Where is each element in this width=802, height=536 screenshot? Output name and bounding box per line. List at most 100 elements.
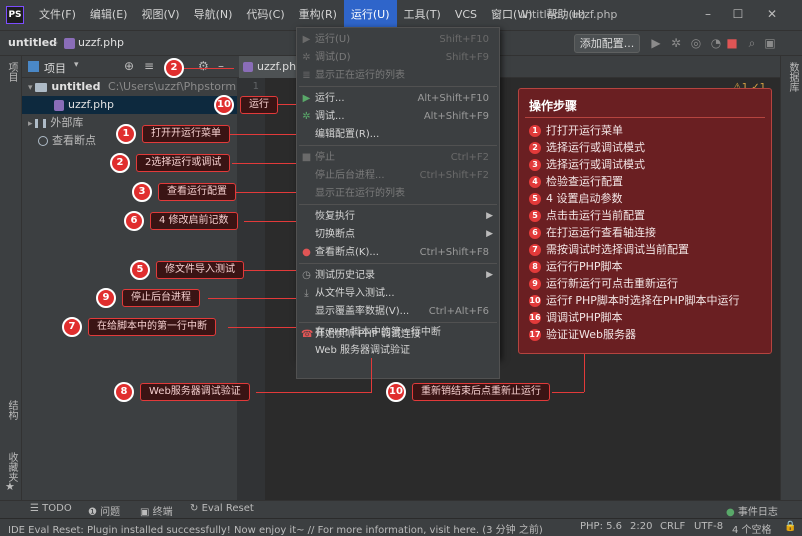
- menu-item-show-running-list[interactable]: ≣ 显示正在运行的列表: [297, 66, 499, 85]
- status-indent[interactable]: 4 个空格: [732, 521, 772, 536]
- menu-code[interactable]: 代码(C): [239, 0, 291, 30]
- callout-run: 10 运行: [214, 95, 280, 115]
- project-toolbar: 项目 ▾ ⊕ ≡ ⚙ –: [22, 56, 237, 78]
- terminal-tab[interactable]: ▣ 终端: [140, 503, 173, 518]
- menu-edit[interactable]: 编辑(E): [83, 0, 135, 30]
- lock-icon[interactable]: 🔒: [784, 521, 796, 532]
- terminal-icon: ▣: [140, 507, 153, 518]
- gear-icon[interactable]: ⚙: [198, 59, 209, 73]
- run-icon: ▶: [302, 93, 311, 104]
- stop-icon[interactable]: ■: [724, 35, 740, 51]
- status-php-version[interactable]: PHP: 5.6: [580, 521, 622, 532]
- callout-connector: [552, 392, 584, 393]
- bottom-tool-bar: ☰ TODO ❶ 问题 ▣ 终端 ↻ Eval Reset ● 事件日志: [0, 500, 802, 518]
- step-item: 3 选择运行或调试模式: [529, 157, 645, 173]
- menu-separator: [299, 86, 497, 87]
- import-icon: ⤓: [304, 288, 309, 299]
- menu-refactor[interactable]: 重构(R): [292, 0, 344, 30]
- minimize-icon[interactable]: –: [700, 6, 716, 22]
- event-log-tab[interactable]: ● 事件日志: [726, 503, 778, 518]
- status-encoding[interactable]: UTF-8: [694, 521, 723, 532]
- scratch-icon: [38, 136, 48, 146]
- callout-choose-run-debug: 2 2选择运行或调试: [110, 153, 234, 173]
- collapse-all-icon[interactable]: ≡: [144, 59, 154, 73]
- callout-connector: [232, 192, 296, 193]
- maximize-icon[interactable]: ☐: [730, 6, 746, 22]
- info-icon: ❶: [88, 507, 101, 518]
- steps-panel: 操作步骤 1 打打开运行菜单 2 选择运行或调试模式 3 选择运行或调试模式 4 检验查…: [518, 88, 772, 354]
- menu-navigate[interactable]: 导航(N): [187, 0, 240, 30]
- tab-structure[interactable]: 结构: [3, 400, 19, 420]
- submenu-arrow-icon: ▶: [486, 229, 493, 239]
- run-icon: ▶: [302, 34, 311, 45]
- debug-icon: ✲: [302, 52, 311, 63]
- menu-item-stop-background[interactable]: 停止后台进程... Ctrl+Shift+F2: [297, 166, 499, 185]
- callout-connector: [242, 270, 296, 271]
- menu-vcs[interactable]: VCS: [448, 0, 484, 30]
- problems-tab[interactable]: ❶ 问题: [88, 503, 120, 518]
- menu-run[interactable]: 运行(U): [343, 0, 397, 30]
- menu-tools[interactable]: 工具(T): [397, 0, 448, 30]
- status-caret-position[interactable]: 2:20: [630, 521, 652, 532]
- menu-item-web-server-validation[interactable]: Web 服务器调试验证: [297, 341, 499, 360]
- reset-icon: ↻: [190, 503, 202, 514]
- step-item: 6 在打运运行查看轴连接: [529, 225, 656, 241]
- menu-item-show-running-list-2[interactable]: 显示正在运行的列表: [297, 184, 499, 203]
- chevron-right-icon: ▸: [28, 119, 36, 129]
- tree-item-label: uzzf.php: [68, 98, 115, 111]
- callout-import-tests: 5 修文件导入测试: [130, 260, 244, 280]
- eval-reset-tab[interactable]: ↻ Eval Reset: [190, 503, 254, 514]
- menu-item-debug[interactable]: ✲ 调试(D) Shift+F9: [297, 48, 499, 67]
- tab-favorites[interactable]: 收藏夹: [3, 452, 19, 482]
- menu-item-show-coverage[interactable]: 显示覆盖率数据(V)... Ctrl+Alt+F6: [297, 302, 499, 321]
- status-line-separator[interactable]: CRLF: [660, 521, 685, 532]
- menu-file[interactable]: 文件(F): [32, 0, 83, 30]
- todo-tab[interactable]: ☰ TODO: [30, 503, 72, 514]
- menu-item-run[interactable]: ▶ 运行(U) Shift+F10: [297, 30, 499, 49]
- menu-item-stop[interactable]: ■ 停止 Ctrl+F2: [297, 148, 499, 167]
- menu-separator: [299, 263, 497, 264]
- menu-view[interactable]: 视图(V): [134, 0, 186, 30]
- callout-connector: [232, 163, 296, 164]
- coverage-icon[interactable]: ◎: [688, 35, 704, 51]
- project-panel-title[interactable]: 项目: [44, 60, 66, 76]
- tab-database[interactable]: 数据库: [784, 62, 800, 92]
- submenu-arrow-icon: ▶: [486, 270, 493, 280]
- php-file-icon: [64, 38, 75, 49]
- breadcrumb-file[interactable]: uzzf.php: [78, 36, 124, 49]
- event-log-icon: ●: [726, 507, 738, 518]
- debug-icon[interactable]: ✲: [668, 35, 684, 51]
- favorites-star-icon[interactable]: ★: [5, 480, 15, 493]
- menu-item-edit-configurations[interactable]: 编辑配置(R)...: [297, 125, 499, 144]
- close-icon[interactable]: ✕: [764, 6, 780, 22]
- tree-item-uzzf-php[interactable]: uzzf.php: [22, 96, 237, 114]
- status-message[interactable]: IDE Eval Reset: Plugin installed success…: [8, 521, 548, 536]
- menu-item-resume[interactable]: 恢复执行 ▶: [297, 207, 499, 226]
- history-icon: ◷: [302, 270, 311, 281]
- add-configuration-button[interactable]: 添加配置...: [574, 34, 640, 53]
- ide-settings-icon[interactable]: ▣: [762, 35, 778, 51]
- step-item: 54 设置启动参数: [529, 191, 623, 207]
- run-icon[interactable]: ▶: [648, 35, 664, 51]
- steps-panel-title: 操作步骤: [529, 99, 578, 113]
- locate-file-icon[interactable]: ⊕: [124, 59, 134, 73]
- menu-item-view-breakpoints[interactable]: ● 查看断点(K)... Ctrl+Shift+F8: [297, 243, 499, 262]
- hide-panel-icon[interactable]: –: [218, 59, 224, 73]
- window-title: untitled - uzzf.php: [518, 8, 618, 21]
- profile-icon[interactable]: ◔: [708, 35, 724, 51]
- menu-item-test-history[interactable]: ◷ 测试历史记录 ▶: [297, 266, 499, 285]
- menu-item-run-dots[interactable]: ▶ 运行... Alt+Shift+F10: [297, 89, 499, 108]
- title-bar: PS 文件(F) 编辑(E) 视图(V) 导航(N) 代码(C) 重构(R) 运…: [0, 0, 802, 30]
- menu-item-break-first-line[interactable]: 在 PHP 脚本中的第一行中断: [297, 323, 499, 342]
- tab-project[interactable]: 项目: [3, 62, 19, 82]
- debug-bug-icon: ✲: [302, 111, 311, 122]
- tree-item-untitled[interactable]: ▾ untitled C:\Users\uzzf\PhpstormPro: [22, 78, 254, 96]
- menu-item-toggle-breakpoint[interactable]: 切换断点 ▶: [297, 225, 499, 244]
- breadcrumb-project[interactable]: untitled: [8, 36, 57, 49]
- menu-item-import-tests[interactable]: ⤓ 从文件导入测试...: [297, 284, 499, 303]
- status-bar: IDE Eval Reset: Plugin installed success…: [0, 518, 802, 536]
- menu-item-debug-dots[interactable]: ✲ 调试... Alt+Shift+F9: [297, 107, 499, 126]
- chevron-down-icon[interactable]: ▾: [74, 60, 79, 70]
- php-file-icon: [54, 99, 64, 111]
- search-everywhere-icon[interactable]: ⌕: [744, 35, 760, 51]
